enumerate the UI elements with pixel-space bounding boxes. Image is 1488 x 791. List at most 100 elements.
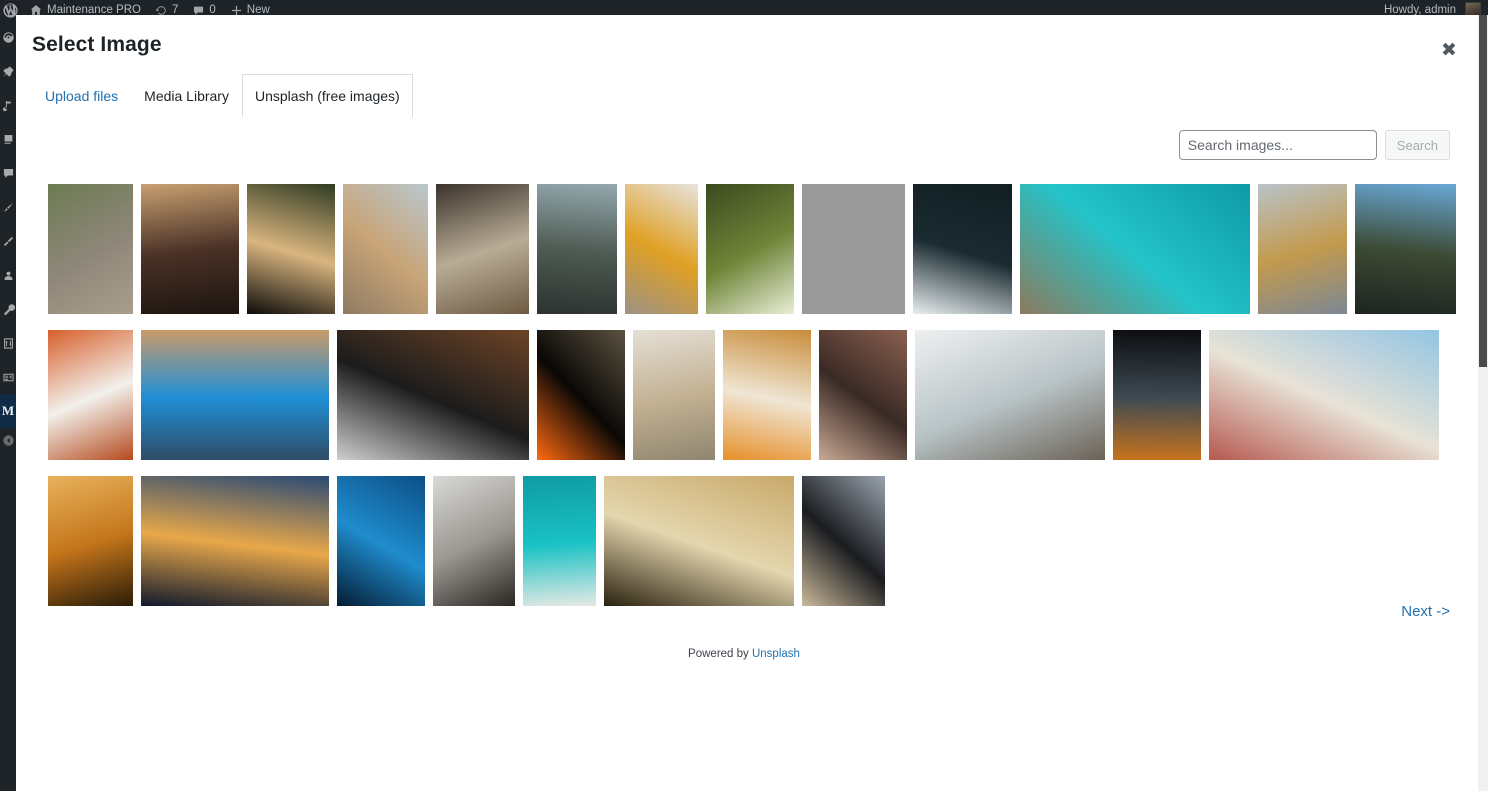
- search-bar: Search: [1178, 130, 1450, 160]
- thumbnail-image: [819, 330, 907, 460]
- image-thumbnail[interactable]: [337, 476, 425, 606]
- thumbnail-image: [1258, 184, 1347, 314]
- image-thumbnail[interactable]: [141, 476, 329, 606]
- thumbnail-image: [141, 476, 329, 606]
- image-thumbnail[interactable]: [141, 330, 329, 460]
- thumbnail-image: [1113, 330, 1201, 460]
- image-thumbnail[interactable]: [48, 184, 133, 314]
- tab-upload-files[interactable]: Upload files: [32, 74, 131, 117]
- image-thumbnail[interactable]: [433, 476, 515, 606]
- page-icon: [2, 133, 15, 146]
- thumbnail-image: [48, 330, 133, 460]
- image-thumbnail[interactable]: [337, 330, 529, 460]
- image-thumbnail[interactable]: [141, 184, 239, 314]
- sidebar-item-media[interactable]: [0, 88, 16, 122]
- settings-icon: [2, 337, 15, 350]
- image-thumbnail[interactable]: [537, 330, 625, 460]
- media-tabs: Upload files Media Library Unsplash (fre…: [32, 74, 413, 117]
- search-input[interactable]: [1178, 130, 1377, 160]
- pin-icon: [2, 65, 15, 78]
- thumbnail-image: [337, 476, 425, 606]
- thumbnail-image: [48, 184, 133, 314]
- sidebar-item-tools[interactable]: [0, 292, 16, 326]
- thumbnail-image: [537, 184, 617, 314]
- unsplash-image-grid: [48, 184, 1458, 606]
- image-thumbnail[interactable]: [1020, 184, 1250, 314]
- dashboard-icon: [2, 31, 15, 44]
- plug-icon: [2, 235, 15, 248]
- powered-by-prefix: Powered by: [688, 648, 752, 660]
- media-icon: [2, 99, 15, 112]
- thumbnail-image: [625, 184, 698, 314]
- image-thumbnail[interactable]: [48, 330, 133, 460]
- image-thumbnail[interactable]: [802, 476, 885, 606]
- tab-media-library[interactable]: Media Library: [131, 74, 242, 117]
- thumbnail-image: [1020, 184, 1250, 314]
- search-button[interactable]: Search: [1384, 130, 1450, 160]
- collapse-menu-icon: [2, 434, 15, 452]
- wp-admin-sidebar[interactable]: M: [0, 20, 16, 791]
- thumbnail-image: [1355, 184, 1456, 314]
- sidebar-item-comments[interactable]: [0, 156, 16, 190]
- thumbnail-image: [913, 184, 1012, 314]
- wrench-icon: [2, 303, 15, 316]
- thumbnail-image: [537, 330, 625, 460]
- image-thumbnail[interactable]: [343, 184, 428, 314]
- thumbnail-image: [723, 330, 811, 460]
- modal-scroll-area: Select Image ✖ Upload files Media Librar…: [16, 15, 1478, 791]
- page-title: Select Image: [32, 33, 162, 56]
- sidebar-item-dashboard[interactable]: [0, 20, 16, 54]
- image-thumbnail[interactable]: [913, 184, 1012, 314]
- image-thumbnail[interactable]: [1355, 184, 1456, 314]
- sidebar-item-appearance[interactable]: [0, 190, 16, 224]
- image-thumbnail[interactable]: [48, 476, 133, 606]
- modal-scrollbar-thumb[interactable]: [1479, 15, 1487, 367]
- image-thumbnail[interactable]: [802, 184, 905, 314]
- select-image-modal: Select Image ✖ Upload files Media Librar…: [16, 15, 1478, 791]
- paintbrush-icon: [2, 201, 15, 214]
- sidebar-item-users[interactable]: [0, 258, 16, 292]
- image-thumbnail[interactable]: [604, 476, 794, 606]
- image-thumbnail[interactable]: [1258, 184, 1347, 314]
- tab-unsplash[interactable]: Unsplash (free images): [241, 74, 413, 117]
- thumbnail-image: [141, 330, 329, 460]
- image-thumbnail[interactable]: [625, 184, 698, 314]
- image-thumbnail[interactable]: [537, 184, 617, 314]
- thumbnail-image: [1209, 330, 1439, 460]
- unsplash-link[interactable]: Unsplash: [752, 648, 800, 660]
- image-thumbnail[interactable]: [723, 330, 811, 460]
- sidebar-item-plugins[interactable]: [0, 224, 16, 258]
- thumbnail-image: [706, 184, 794, 314]
- thumbnail-image: [633, 330, 715, 460]
- thumbnail-image: [247, 184, 335, 314]
- close-icon[interactable]: ✖: [1432, 33, 1466, 67]
- collapse-menu-button[interactable]: [0, 428, 16, 458]
- image-thumbnail[interactable]: [915, 330, 1105, 460]
- comment-icon: [2, 167, 15, 180]
- next-page-link[interactable]: Next ->: [1401, 603, 1450, 620]
- image-thumbnail[interactable]: [523, 476, 596, 606]
- powered-by-credit: Powered by Unsplash: [16, 648, 1472, 660]
- thumbnail-image: [802, 184, 905, 314]
- sidebar-item-maintenance-pro[interactable]: M: [0, 394, 16, 428]
- image-thumbnail[interactable]: [1113, 330, 1201, 460]
- image-thumbnail[interactable]: [819, 330, 907, 460]
- image-thumbnail[interactable]: [247, 184, 335, 314]
- sidebar-item-pages[interactable]: [0, 122, 16, 156]
- user-icon: [2, 269, 15, 282]
- thumbnail-image: [915, 330, 1105, 460]
- sidebar-item-settings[interactable]: [0, 326, 16, 360]
- sidebar-item-posts[interactable]: [0, 54, 16, 88]
- thumbnail-image: [802, 476, 885, 606]
- image-thumbnail[interactable]: [633, 330, 715, 460]
- image-thumbnail[interactable]: [436, 184, 529, 314]
- thumbnail-image: [141, 184, 239, 314]
- thumbnail-image: [436, 184, 529, 314]
- thumbnail-image: [433, 476, 515, 606]
- sidebar-item-forms[interactable]: [0, 360, 16, 394]
- thumbnail-image: [523, 476, 596, 606]
- image-thumbnail[interactable]: [706, 184, 794, 314]
- thumbnail-image: [337, 330, 529, 460]
- modal-scrollbar[interactable]: [1478, 15, 1488, 791]
- image-thumbnail[interactable]: [1209, 330, 1439, 460]
